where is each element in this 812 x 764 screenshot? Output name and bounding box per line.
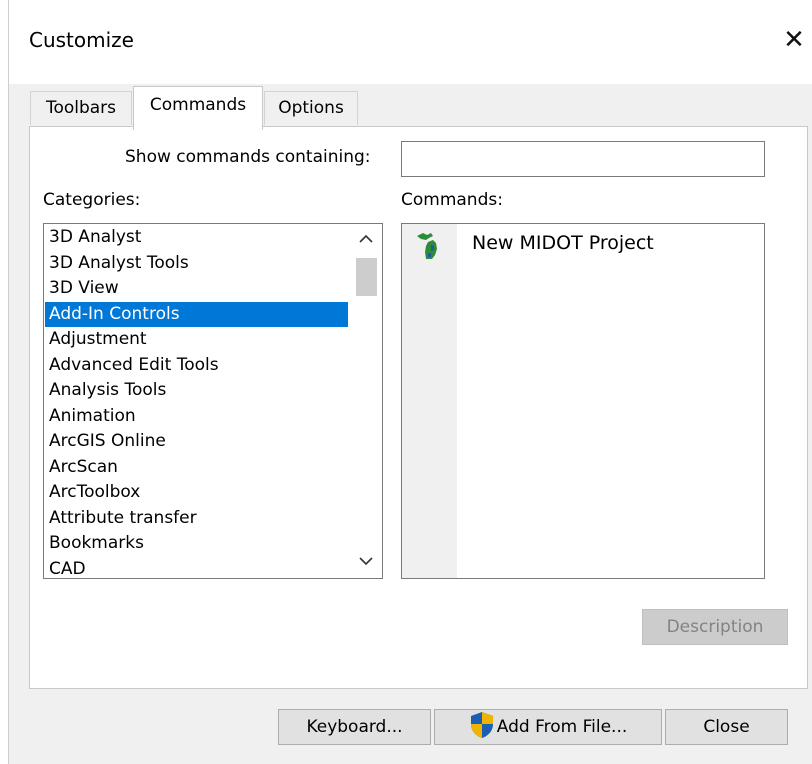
commands-icon-gutter [402, 224, 457, 578]
tab-options[interactable]: Options [264, 91, 358, 125]
categories-label: Categories: [43, 190, 141, 210]
close-icon[interactable]: ✕ [779, 22, 809, 58]
keyboard-button[interactable]: Keyboard... [278, 709, 431, 745]
command-label: New MIDOT Project [472, 232, 654, 254]
title-bar: Customize ✕ [9, 0, 812, 84]
category-item[interactable]: 3D View [45, 276, 348, 302]
category-item[interactable]: CAD [45, 557, 348, 579]
add-from-file-label: Add From File... [496, 717, 628, 737]
scroll-up-icon[interactable] [350, 226, 382, 254]
tab-commands[interactable]: Commands [133, 86, 263, 130]
category-item[interactable]: Animation [45, 404, 348, 430]
commands-listbox[interactable]: New MIDOT Project [401, 223, 765, 579]
dialog-title: Customize [29, 28, 134, 52]
category-item[interactable]: Add-In Controls [45, 301, 348, 327]
categories-listbox[interactable]: 3D Analyst 3D Analyst Tools 3D View Add-In … [43, 223, 383, 579]
command-item[interactable]: New MIDOT Project [402, 226, 764, 266]
category-item[interactable]: Attribute transfer [45, 506, 348, 532]
scroll-down-icon[interactable] [350, 548, 382, 576]
commands-tab-panel: Show commands containing: Categories: Co… [29, 126, 808, 689]
category-item[interactable]: 3D Analyst Tools [45, 251, 348, 277]
filter-label: Show commands containing: [125, 147, 371, 167]
customize-dialog: Customize ✕ Toolbars Commands Options Sh… [8, 0, 812, 764]
category-item[interactable]: Bookmarks [45, 531, 348, 557]
close-button[interactable]: Close [665, 709, 788, 745]
category-item[interactable]: Analysis Tools [45, 378, 348, 404]
category-item[interactable]: Advanced Edit Tools [45, 353, 348, 379]
category-item[interactable]: 3D Analyst [45, 225, 348, 251]
scrollbar-thumb[interactable] [356, 258, 377, 296]
category-item[interactable]: ArcGIS Online [45, 429, 348, 455]
uac-shield-icon [470, 712, 493, 738]
category-item[interactable]: ArcScan [45, 455, 348, 481]
commands-label: Commands: [401, 190, 503, 210]
description-button[interactable]: Description [642, 609, 788, 645]
categories-list: 3D Analyst 3D Analyst Tools 3D View Add-In … [45, 225, 348, 579]
tab-toolbars[interactable]: Toolbars [30, 91, 132, 125]
michigan-map-icon [417, 233, 437, 259]
add-from-file-button[interactable]: Add From File... [434, 709, 662, 745]
filter-input[interactable] [401, 141, 765, 177]
category-item[interactable]: Adjustment [45, 327, 348, 353]
category-item[interactable]: ArcToolbox [45, 480, 348, 506]
categories-scrollbar[interactable] [350, 224, 382, 578]
